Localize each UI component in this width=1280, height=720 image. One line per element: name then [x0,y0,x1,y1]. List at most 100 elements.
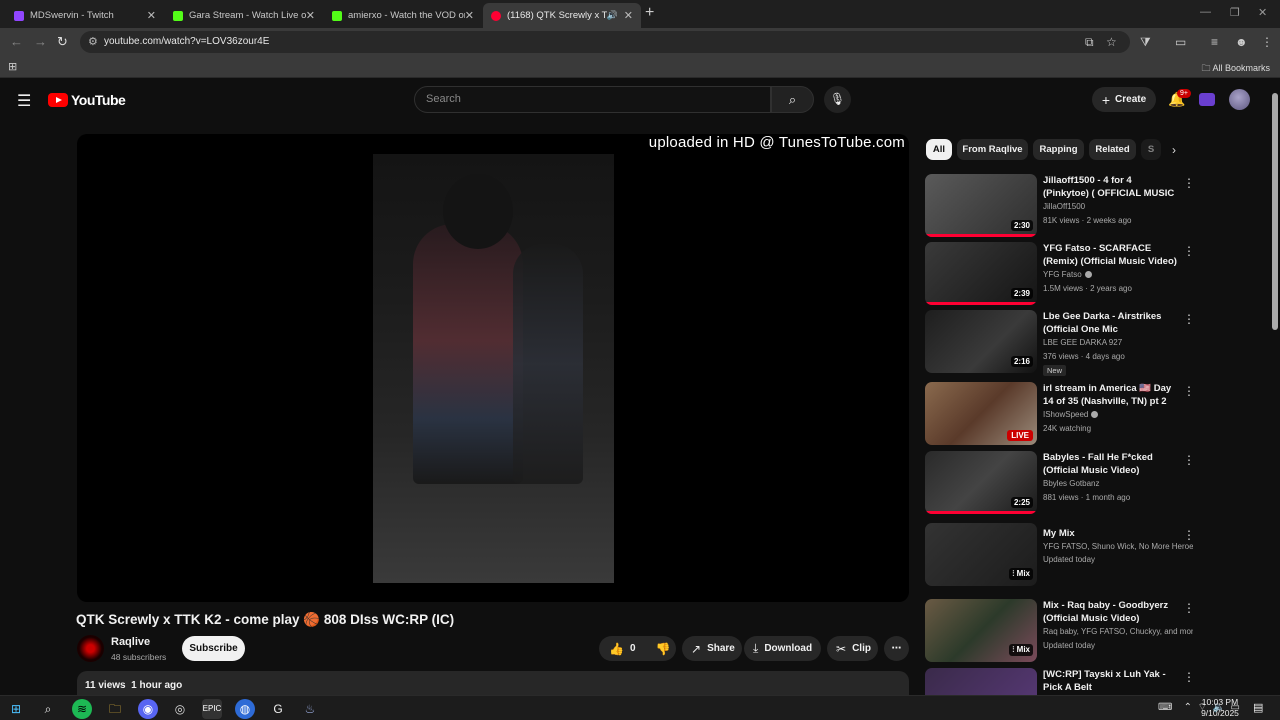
close-tab-icon[interactable]: ✕ [465,9,474,22]
reload-icon[interactable]: ↻ [57,34,68,50]
recommendation-thumbnail[interactable]: 2:39 [925,242,1037,305]
like-button[interactable]: 👍 0 [599,636,646,661]
recommendation-item[interactable]: 2:16 Lbe Gee Darka - Airstrikes (Officia… [925,310,1195,376]
media-controls-icon[interactable]: ≡ [1211,35,1218,49]
subscribe-button[interactable]: Subscribe [182,636,245,661]
browser-tab-3[interactable]: amierxo - Watch the VOD on K ✕ [324,3,482,28]
recommendation-thumbnail[interactable]: ⫶ Mix [925,523,1037,586]
recommendation-channel[interactable]: LBE GEE DARKA 927 [1043,338,1193,347]
chip-from-raqlive[interactable]: From Raqlive [957,139,1028,160]
more-vertical-icon[interactable]: ⋮ [1183,176,1195,190]
spotify-icon[interactable]: ≋ [72,699,92,719]
bookmark-star-icon[interactable]: ☆ [1106,35,1117,49]
clip-button[interactable]: ✂ Clip [827,636,878,661]
more-vertical-icon[interactable]: ⋮ [1183,384,1195,398]
chip-partial[interactable]: S [1141,139,1161,160]
recommendation-thumbnail[interactable]: LIVE [925,382,1037,445]
recommendation-item[interactable]: [WC:RP] Tayski x Luh Yak - Pick A Belt ⋮ [925,668,1195,695]
discord-icon[interactable]: ◉ [138,699,158,719]
search-input[interactable] [415,87,770,111]
recommendation-title[interactable]: irl stream in America 🇺🇸 Day 14 of 35 (N… [1043,382,1178,408]
recommendation-thumbnail[interactable]: 2:25 [925,451,1037,514]
browser-tab-1[interactable]: MDSwervin - Twitch ✕ [6,3,164,28]
recommendation-thumbnail[interactable]: 2:16 [925,310,1037,373]
download-button[interactable]: ⤓ Download [744,636,821,661]
keyboard-icon[interactable]: ⌨ [1158,702,1172,713]
recommendation-title[interactable]: [WC:RP] Tayski x Luh Yak - Pick A Belt [1043,668,1178,694]
page-scrollbar-thumb[interactable] [1272,93,1278,330]
recommendation-channel[interactable]: Raq baby, YFG FATSO, Chuckyy, and more [1043,627,1193,636]
recommendation-channel-row[interactable]: YFG Fatso [1043,270,1193,279]
recommendation-item[interactable]: ⫶ Mix My Mix YFG FATSO, Shuno Wick, No M… [925,523,1195,587]
chip-all[interactable]: All [926,139,952,160]
share-button[interactable]: ↗ Share [682,636,742,661]
recommendation-title[interactable]: YFG Fatso - SCARFACE (Remix) (Official M… [1043,242,1178,268]
dislike-button[interactable]: 👎 [646,636,681,661]
browser-tab-2[interactable]: Gara Stream - Watch Live on K ✕ [165,3,323,28]
recommendation-item[interactable]: 2:39 YFG Fatso - SCARFACE (Remix) (Offic… [925,242,1195,306]
file-explorer-icon[interactable]: 🗀 [105,699,125,719]
more-vertical-icon[interactable]: ⋮ [1183,670,1195,684]
recommendation-channel[interactable]: Bbyles Gotbanz [1043,479,1193,488]
restore-icon[interactable]: ❐ [1230,6,1240,19]
recommendation-item[interactable]: 2:30 Jillaoff1500 - 4 for 4 (Pinkytoe) (… [925,174,1195,238]
more-vertical-icon[interactable]: ⋮ [1183,312,1195,326]
chrome-icon[interactable]: ◍ [235,699,255,719]
close-tab-icon[interactable]: ✕ [624,9,633,22]
chevron-up-icon[interactable]: ⌃ [1184,702,1192,713]
recommendation-title[interactable]: Mix - Raq baby - Goodbyerz (Official Mus… [1043,599,1178,625]
browser-tab-4-active[interactable]: (1168) QTK Screwly x TTK K 🔊 ✕ [483,3,641,28]
recommendation-item[interactable]: LIVE irl stream in America 🇺🇸 Day 14 of … [925,382,1195,446]
close-tab-icon[interactable]: ✕ [306,9,315,22]
more-vertical-icon[interactable]: ⋮ [1183,601,1195,615]
windows-start-icon[interactable]: ⊞ [6,699,26,719]
recommendation-item[interactable]: ⫶ Mix Mix - Raq baby - Goodbyerz (Offici… [925,599,1195,663]
recommendation-channel[interactable]: JillaOff1500 [1043,202,1193,211]
profile-icon[interactable]: ☻ [1235,35,1248,49]
apps-grid-icon[interactable]: ⊞ [8,60,17,73]
extensions-icon[interactable]: ⧩ [1140,35,1151,50]
address-bar[interactable]: ⚙ youtube.com/watch?v=LOV36zour4E [80,31,1130,53]
youtube-studio-icon[interactable] [1199,93,1215,106]
recommendation-title[interactable]: Babyles - Fall He F*cked (Official Music… [1043,451,1178,477]
new-tab-button[interactable]: + [645,4,654,22]
menu-kebab-icon[interactable]: ⋮ [1261,35,1273,49]
hamburger-menu-icon[interactable]: ☰ [17,91,31,111]
all-bookmarks-button[interactable]: 🗀 All Bookmarks [1201,61,1270,77]
recommendation-channel-row[interactable]: IShowSpeed [1043,410,1193,419]
more-actions-button[interactable]: ⋯ [884,636,909,661]
recommendation-thumbnail[interactable]: 2:30 [925,174,1037,237]
forward-icon[interactable]: → [34,34,47,49]
search-icon[interactable]: ⌕ [38,699,58,719]
more-vertical-icon[interactable]: ⋮ [1183,528,1195,542]
youtube-logo[interactable]: YouTube [48,92,126,108]
notification-center-icon[interactable]: ▤ [1253,701,1263,714]
video-player[interactable]: uploaded in HD @ TunesToTube.com [77,134,909,602]
app-g-icon[interactable]: G [268,699,288,719]
recommendation-title[interactable]: Jillaoff1500 - 4 for 4 (Pinkytoe) ( OFFI… [1043,174,1178,200]
recommendation-channel[interactable]: YFG FATSO, Shuno Wick, No More Heroe... [1043,542,1193,551]
search-box[interactable] [414,86,771,113]
close-tab-icon[interactable]: ✕ [147,9,156,22]
recommendation-thumbnail[interactable] [925,668,1037,695]
close-window-icon[interactable]: ✕ [1258,6,1267,19]
speaker-icon[interactable]: 🔊 [607,10,618,21]
recommendation-thumbnail[interactable]: ⫶ Mix [925,599,1037,662]
more-vertical-icon[interactable]: ⋮ [1183,453,1195,467]
voice-search-button[interactable]: 🎙 [824,86,851,113]
site-info-icon[interactable]: ⚙ [88,35,98,48]
recommendation-title[interactable]: My Mix [1043,527,1178,540]
obs-icon[interactable]: ◎ [170,699,190,719]
steam-icon[interactable]: ♨ [300,699,320,719]
system-clock[interactable]: 10:03 PM 9/10/2025 [1196,697,1244,719]
recommendation-title[interactable]: Lbe Gee Darka - Airstrikes (Official One… [1043,310,1178,336]
split-view-icon[interactable]: ▭ [1175,35,1186,49]
minimize-icon[interactable]: — [1200,6,1211,18]
back-icon[interactable]: ← [10,34,23,49]
chevron-right-icon[interactable]: › [1172,143,1176,157]
chip-related[interactable]: Related [1089,139,1136,160]
recommendation-item[interactable]: 2:25 Babyles - Fall He F*cked (Official … [925,451,1195,515]
install-app-icon[interactable]: ⧉ [1085,35,1094,50]
channel-avatar[interactable] [77,635,104,662]
create-button[interactable]: + Create [1092,87,1156,112]
